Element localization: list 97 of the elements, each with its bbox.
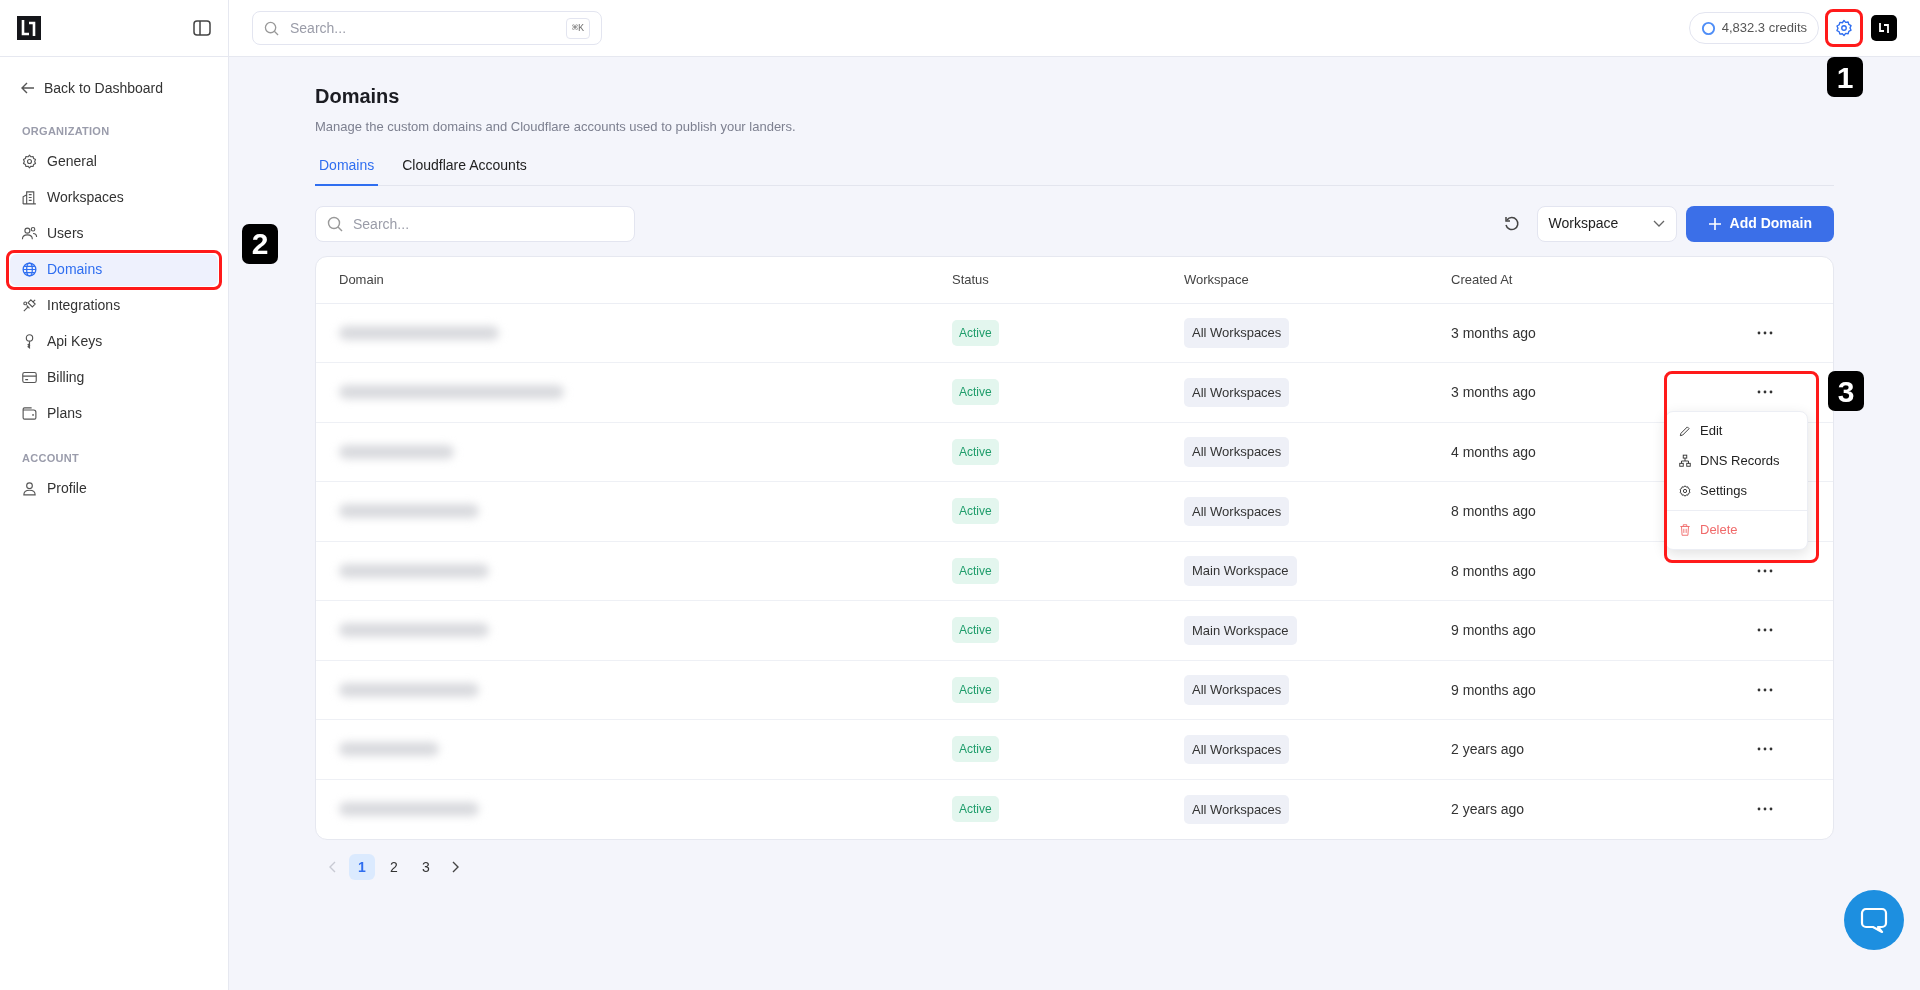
nav-item[interactable]: Plans [10,397,218,430]
globe-icon [21,261,38,278]
table-cell: 9 months ago [1451,622,1536,639]
section-label: ACCOUNT [21,450,80,466]
nav-item[interactable]: Workspaces [10,181,218,214]
wallet-icon [21,405,38,422]
status-badge: Active [952,617,999,644]
callout-number: 3 [1828,371,1864,411]
column-header: Domain [339,270,385,289]
callout-number: 1 [1827,57,1863,97]
column-header: Workspace [1184,270,1250,289]
building-icon [21,189,38,206]
table-cell: 2 years ago [1451,801,1525,818]
table-cell: 2 years ago [1451,741,1525,758]
highlight-frame [1825,9,1863,47]
callout-number: 2 [242,223,278,264]
pencil-icon [1678,424,1692,438]
trash-icon [1678,523,1692,537]
more-icon [1757,747,1773,752]
dropdown-value: Workspace [1548,214,1619,233]
workspace-dropdown[interactable]: Workspace [1536,205,1677,242]
workspace-tag: All Workspaces [1184,377,1290,407]
page-title: Domains [315,84,401,109]
workspace-tag: All Workspaces [1184,496,1290,526]
status-badge: Active [952,438,999,465]
workspace-tag: All Workspaces [1184,675,1290,705]
ring-icon [1700,20,1716,36]
add-domain-button[interactable]: Add Domain [1685,205,1834,242]
sidebar-toggle-icon[interactable] [193,20,211,36]
nav-item[interactable]: Users [10,217,218,250]
avatar-logo[interactable] [1871,15,1897,41]
more-icon [1757,330,1773,335]
table-cell: 3 months ago [1451,384,1536,401]
arrow-left-icon [21,82,35,94]
workspace-tag: Main Workspace [1184,556,1297,586]
gear-icon [21,153,38,170]
status-badge: Active [952,379,999,406]
status-badge: Active [952,319,999,346]
logo-icon [17,16,41,40]
page-button[interactable]: 1 [349,854,375,880]
sitemap-icon [1678,454,1692,468]
tab[interactable]: Cloudflare Accounts [398,154,531,186]
plus-icon [1707,216,1722,231]
credits-text: 4,832.3 credits [1721,19,1807,38]
workspace-tag: All Workspaces [1184,734,1290,764]
shortcut-key: ⌘K [565,18,590,39]
table-cell: 9 months ago [1451,681,1536,698]
chevron-right-icon[interactable] [452,861,460,873]
users-icon [21,225,38,242]
table-cell: 8 months ago [1451,562,1536,579]
nav-item[interactable]: Domains [10,253,218,286]
status-badge: Active [952,796,999,823]
chat-bubble-icon [1860,907,1888,933]
search-icon [264,21,279,36]
search-icon [327,215,343,232]
section-label: ORGANIZATION [21,124,111,139]
search-field[interactable]: Search... [315,205,635,242]
workspace-tag: All Workspaces [1184,794,1290,824]
more-icon [1757,687,1773,692]
settings-icon [1835,19,1853,37]
workspace-tag: All Workspaces [1184,437,1290,467]
more-icon [1757,807,1773,812]
tab[interactable]: Domains [315,154,379,186]
status-badge: Active [952,557,999,584]
column-header: Status [952,270,990,289]
user-icon [21,479,38,497]
column-header: Created At [1451,270,1514,289]
table-cell: 3 months ago [1451,324,1536,341]
status-badge: Active [952,676,999,703]
menu-item[interactable]: Edit [1666,416,1807,446]
nav-item[interactable]: Billing [10,361,218,394]
nav-item[interactable]: Profile [10,472,218,504]
nav-item[interactable]: Integrations [10,289,218,322]
menu-item[interactable]: Settings [1666,476,1807,506]
workspace-tag: All Workspaces [1184,318,1290,348]
more-icon [1757,390,1773,395]
chat-button[interactable] [1844,890,1904,950]
menu-item[interactable]: DNS Records [1666,446,1807,476]
table-cell: 8 months ago [1451,503,1536,520]
page-button[interactable]: 2 [381,854,407,880]
nav-item[interactable]: Api Keys [10,325,218,358]
more-icon [1757,568,1773,573]
logo-icon [1878,22,1890,34]
table-cell: 4 months ago [1451,443,1536,460]
chevron-down-icon [1652,219,1665,228]
status-badge: Active [952,736,999,763]
nav-item[interactable]: General [10,145,218,178]
more-icon [1757,628,1773,633]
plug-icon [21,297,38,314]
page-subtitle: Manage the custom domains and Cloudflare accounts used to publish your landers. [315,118,797,136]
back-link[interactable]: Back to Dashboard [10,73,218,103]
page-button[interactable]: 3 [413,854,439,880]
refresh-icon[interactable] [1502,214,1521,233]
card-icon [21,369,38,386]
settings-icon [1678,484,1692,498]
workspace-tag: Main Workspace [1184,615,1297,645]
status-badge: Active [952,498,999,525]
